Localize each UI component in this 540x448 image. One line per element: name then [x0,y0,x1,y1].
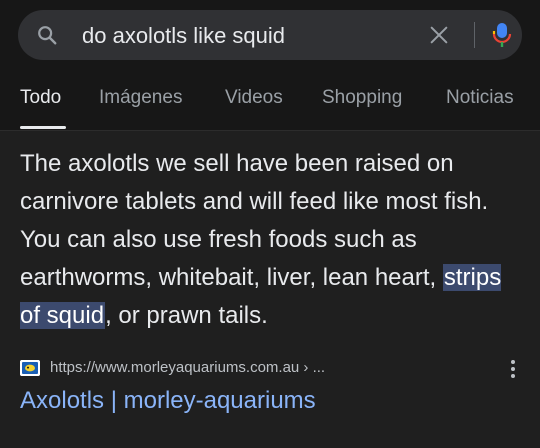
search-tabs: Todo Imágenes Videos Shopping Noticias [0,78,540,130]
search-bar-divider [474,22,475,48]
microphone-icon[interactable] [492,21,512,49]
result-title-link[interactable]: Axolotls | morley-aquariums [20,387,316,415]
top-bar: do axolotls like squid Todo Imágenes Vid… [0,0,540,130]
site-favicon-icon [20,360,40,376]
more-vert-icon[interactable] [508,358,518,380]
tab-todo[interactable]: Todo [20,87,61,109]
close-icon[interactable] [428,24,450,46]
search-bar[interactable]: do axolotls like squid [18,10,522,60]
search-results-page: do axolotls like squid Todo Imágenes Vid… [0,0,540,448]
result-source[interactable]: https://www.morleyaquariums.com.au › ... [20,358,525,382]
tab-videos[interactable]: Videos [225,87,283,109]
tab-imagenes[interactable]: Imágenes [99,87,182,109]
featured-snippet-text: The axolotls we sell have been raised on… [20,145,525,335]
snippet-text-after: , or prawn tails. [105,302,268,329]
search-icon[interactable] [36,24,58,46]
active-tab-indicator [20,126,66,129]
tab-noticias[interactable]: Noticias [446,87,514,109]
search-input[interactable]: do axolotls like squid [82,23,285,49]
tab-shopping[interactable]: Shopping [322,87,402,109]
tabs-divider [0,130,540,131]
snippet-text-before: The axolotls we sell have been raised on… [20,150,489,291]
result-url[interactable]: https://www.morleyaquariums.com.au › ... [50,359,325,376]
